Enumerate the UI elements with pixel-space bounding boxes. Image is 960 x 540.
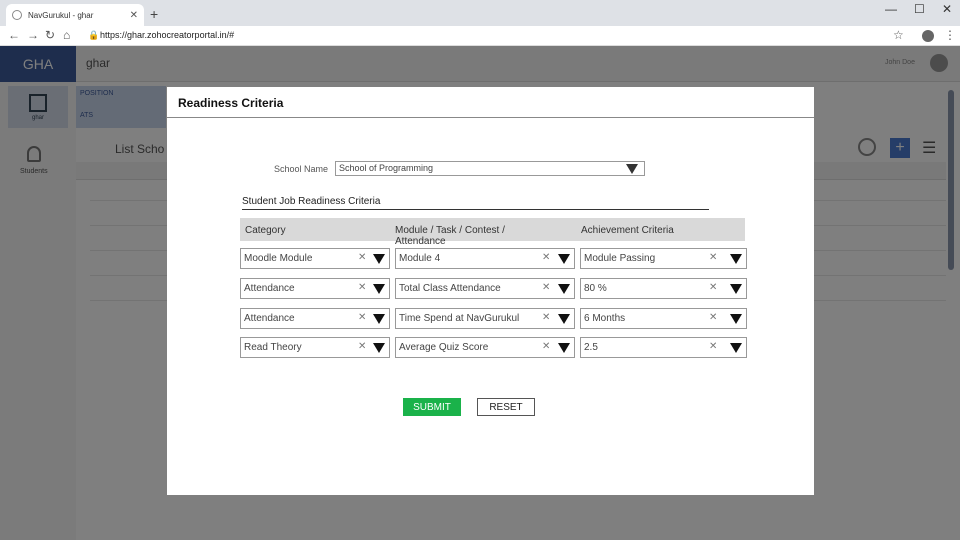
reload-icon[interactable]: ↻ [45,28,55,42]
clear-icon[interactable]: ✕ [542,312,550,323]
close-window-icon[interactable]: ✕ [942,2,952,16]
back-icon[interactable]: ← [8,28,20,42]
bookmark-star-icon[interactable]: ☆ [893,28,904,42]
browser-tab-bar: NavGurukul - ghar ✕ + — ☐ ✕ [0,0,960,26]
select-value: Average Quiz Score [399,342,489,353]
browser-menu-icon[interactable]: ⋮ [944,28,956,42]
clear-icon[interactable]: ✕ [358,282,366,293]
clear-icon[interactable]: ✕ [358,312,366,323]
chevron-down-icon[interactable] [730,284,742,294]
chevron-down-icon[interactable] [558,284,570,294]
module-select[interactable]: Time Spend at NavGurukul ✕ [395,308,575,329]
category-select[interactable]: Moodle Module ✕ [240,248,390,269]
chevron-down-icon[interactable] [558,314,570,324]
forward-icon[interactable]: → [27,28,39,42]
module-select[interactable]: Total Class Attendance ✕ [395,278,575,299]
column-header-category: Category [245,225,286,236]
select-value: Module Passing [584,253,656,264]
criteria-table-header: Category Module / Task / Contest / Atten… [240,218,745,247]
maximize-icon[interactable]: ☐ [914,2,925,16]
clear-icon[interactable]: ✕ [542,282,550,293]
chevron-down-icon[interactable] [373,314,385,324]
minimize-icon[interactable]: — [885,2,897,16]
section-title: Student Job Readiness Criteria [242,196,381,207]
achievement-select[interactable]: 80 % ✕ [580,278,747,299]
home-icon[interactable]: ⌂ [63,28,70,42]
clear-icon[interactable]: ✕ [709,282,717,293]
select-value: 6 Months [584,313,626,324]
select-value: 2.5 [584,342,598,353]
clear-icon[interactable]: ✕ [709,252,717,263]
browser-toolbar: ← → ↻ ⌂ 🔒 https://ghar.zohocreatorportal… [0,26,960,46]
chevron-down-icon[interactable] [730,314,742,324]
chevron-down-icon[interactable] [558,254,570,264]
chevron-down-icon[interactable] [626,164,638,174]
chevron-down-icon[interactable] [558,343,570,353]
close-tab-icon[interactable]: ✕ [130,10,138,21]
category-select[interactable]: Attendance ✕ [240,278,390,299]
select-value: 80 % [584,283,607,294]
reset-button[interactable]: RESET [477,398,535,416]
divider [242,209,709,210]
clear-icon[interactable]: ✕ [358,252,366,263]
select-value: Read Theory [244,342,302,353]
select-value: Attendance [244,283,295,294]
school-name-label: School Name [274,164,329,174]
submit-button[interactable]: SUBMIT [403,398,461,416]
browser-tab[interactable]: NavGurukul - ghar ✕ [6,4,144,26]
select-value: Time Spend at NavGurukul [399,313,520,324]
chevron-down-icon[interactable] [373,284,385,294]
module-select[interactable]: Module 4 ✕ [395,248,575,269]
clear-icon[interactable]: ✕ [542,252,550,263]
achievement-select[interactable]: 6 Months ✕ [580,308,747,329]
category-select[interactable]: Attendance ✕ [240,308,390,329]
address-bar[interactable]: https://ghar.zohocreatorportal.in/# [100,30,234,40]
select-value: Moodle Module [244,253,313,264]
achievement-select[interactable]: 2.5 ✕ [580,337,747,358]
module-select[interactable]: Average Quiz Score ✕ [395,337,575,358]
select-value: Attendance [244,313,295,324]
readiness-criteria-dialog: Readiness Criteria School Name School of… [167,87,814,495]
clear-icon[interactable]: ✕ [542,341,550,352]
new-tab-icon[interactable]: + [150,6,158,22]
tab-title: NavGurukul - ghar [28,10,94,20]
chevron-down-icon[interactable] [730,254,742,264]
select-value: Total Class Attendance [399,283,501,294]
clear-icon[interactable]: ✕ [709,341,717,352]
school-name-select[interactable]: School of Programming [335,161,645,176]
chevron-down-icon[interactable] [373,254,385,264]
modal-title: Readiness Criteria [178,96,284,110]
clear-icon[interactable]: ✕ [709,312,717,323]
divider [167,117,814,118]
achievement-select[interactable]: Module Passing ✕ [580,248,747,269]
select-value: Module 4 [399,253,441,264]
school-name-value: School of Programming [339,163,434,173]
chevron-down-icon[interactable] [730,343,742,353]
favicon-icon [12,10,22,20]
clear-icon[interactable]: ✕ [358,341,366,352]
profile-icon[interactable] [922,30,934,42]
lock-icon: 🔒 [88,30,100,40]
column-header-achievement: Achievement Criteria [581,225,674,236]
chevron-down-icon[interactable] [373,343,385,353]
category-select[interactable]: Read Theory ✕ [240,337,390,358]
column-header-module: Module / Task / Contest / Attendance [395,225,505,247]
